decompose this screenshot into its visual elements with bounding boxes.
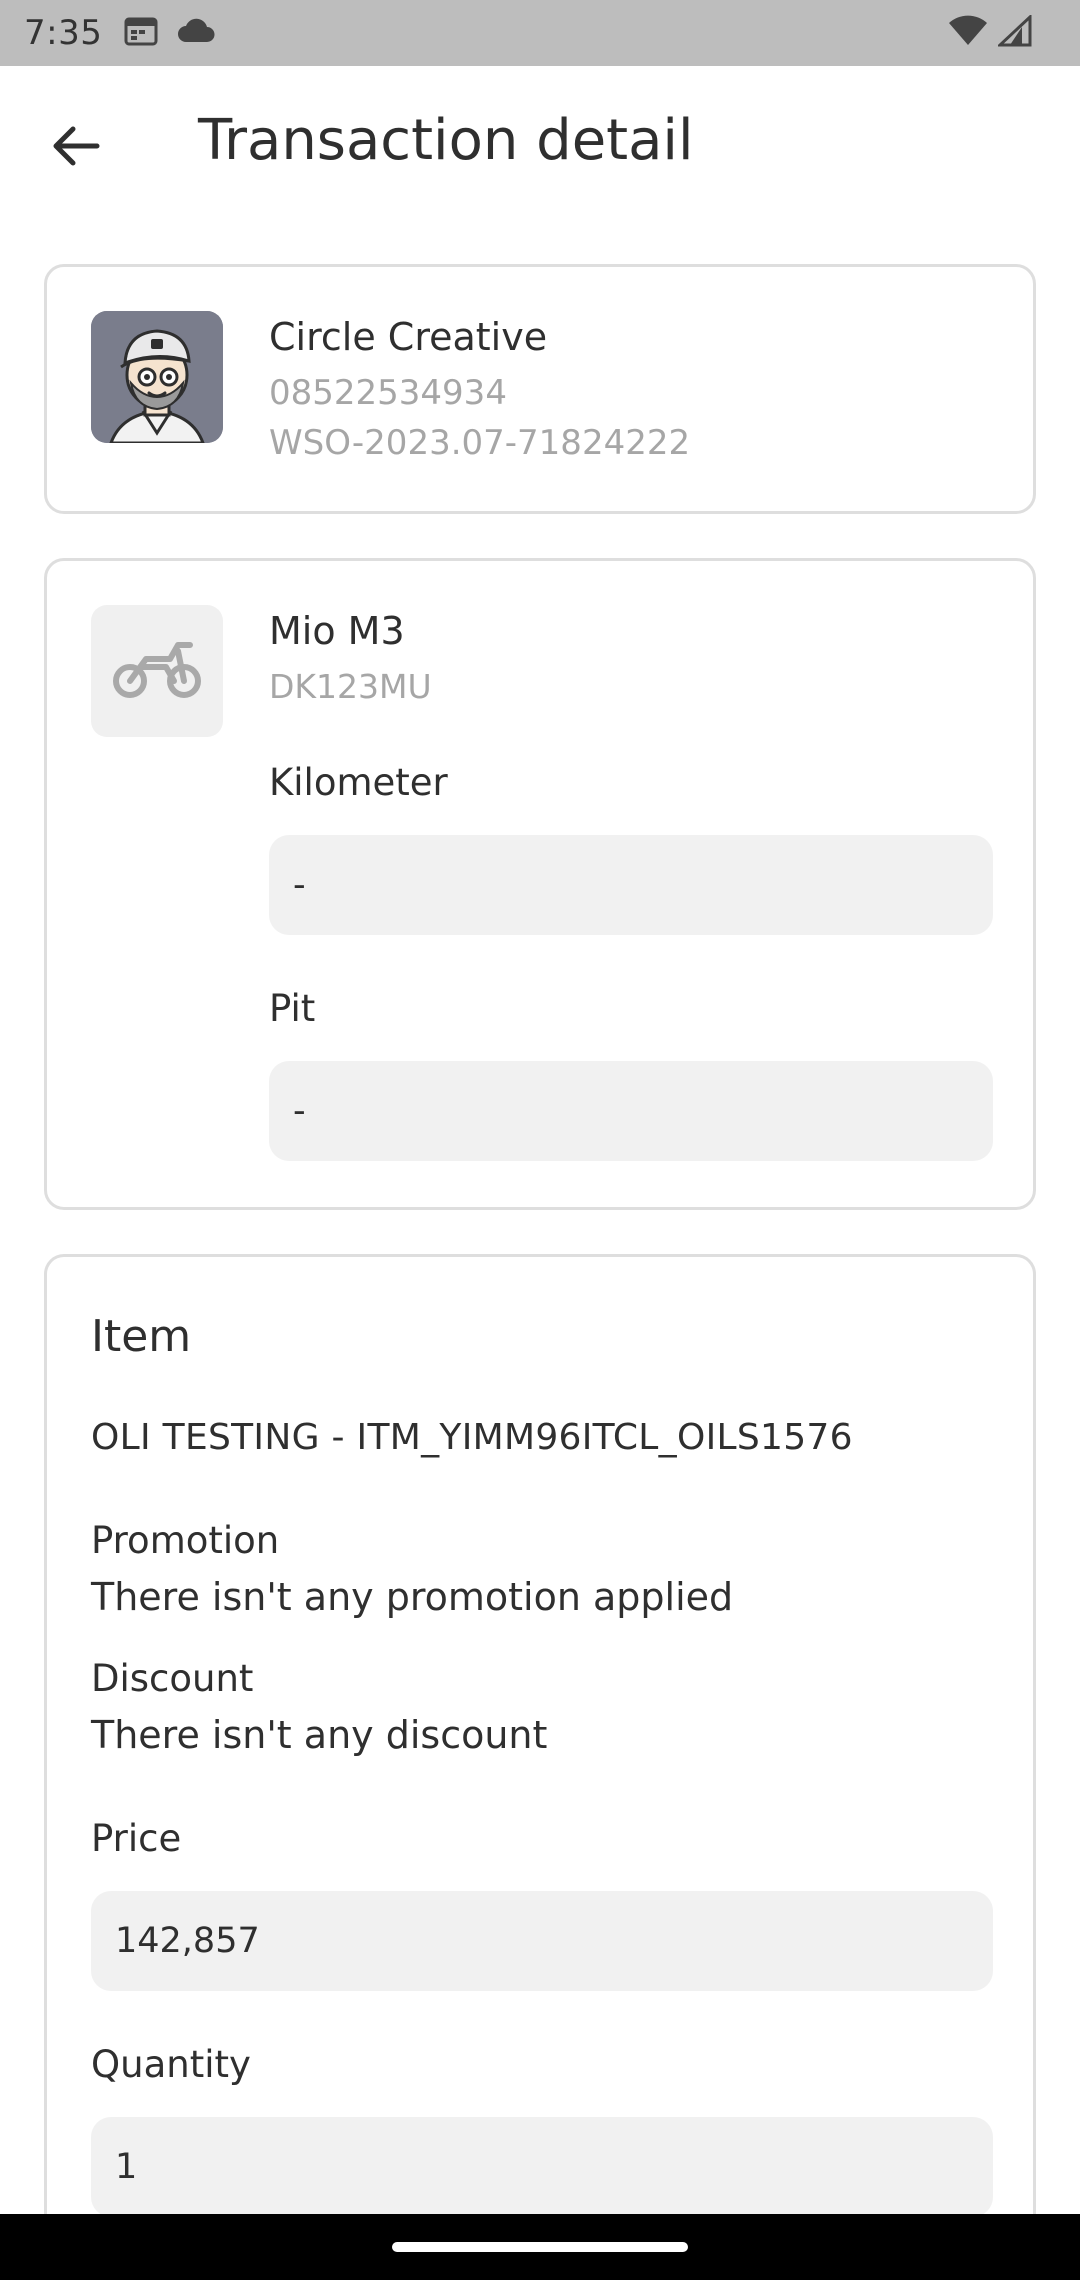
quantity-field[interactable]: 1 xyxy=(91,2117,993,2217)
system-nav-bar xyxy=(0,2214,1080,2280)
customer-avatar xyxy=(91,311,223,443)
cloud-icon xyxy=(176,18,216,48)
home-gesture-handle[interactable] xyxy=(392,2242,688,2252)
pit-value: - xyxy=(293,1091,306,1131)
pit-label: Pit xyxy=(269,987,316,1030)
promotion-label: Promotion xyxy=(91,1519,280,1562)
kilometer-label: Kilometer xyxy=(269,761,448,804)
customer-card: Circle Creative 08522534934 WSO-2023.07-… xyxy=(44,264,1036,514)
item-section-title: Item xyxy=(91,1311,192,1362)
price-field[interactable]: 142,857 xyxy=(91,1891,993,1991)
discount-label: Discount xyxy=(91,1657,254,1700)
status-bar: 7:35 xyxy=(0,0,1080,66)
item-code: OLI TESTING - ITM_YIMM96ITCL_OILS1576 xyxy=(91,1417,853,1458)
vehicle-plate: DK123MU xyxy=(269,667,432,706)
promotion-value: There isn't any promotion applied xyxy=(91,1575,734,1619)
vehicle-name: Mio M3 xyxy=(269,609,405,653)
price-label: Price xyxy=(91,1817,182,1860)
discount-value: There isn't any discount xyxy=(91,1713,548,1757)
wifi-icon xyxy=(948,15,988,51)
quantity-label: Quantity xyxy=(91,2043,251,2086)
price-value: 142,857 xyxy=(115,1921,260,1961)
arrow-left-icon xyxy=(51,124,101,172)
back-button[interactable] xyxy=(44,116,108,180)
calendar-icon xyxy=(124,16,158,50)
order-code: WSO-2023.07-71824222 xyxy=(269,423,691,463)
customer-name: Circle Creative xyxy=(269,315,548,359)
customer-phone: 08522534934 xyxy=(269,373,507,413)
quantity-value: 1 xyxy=(115,2147,138,2187)
status-time: 7:35 xyxy=(24,13,103,53)
page-title: Transaction detail xyxy=(198,108,694,173)
status-right-icons xyxy=(948,13,1032,51)
vehicle-card: Mio M3 DK123MU Kilometer - Pit - xyxy=(44,558,1036,1210)
status-left-icons xyxy=(124,16,216,50)
signal-icon xyxy=(996,13,1032,51)
item-card: Item OLI TESTING - ITM_YIMM96ITCL_OILS15… xyxy=(44,1254,1036,2280)
app-bar: Transaction detail xyxy=(0,66,1080,218)
vehicle-thumbnail xyxy=(91,605,223,737)
kilometer-value: - xyxy=(293,865,306,905)
kilometer-field[interactable]: - xyxy=(269,835,993,935)
motorcycle-icon xyxy=(112,637,202,705)
pit-field[interactable]: - xyxy=(269,1061,993,1161)
